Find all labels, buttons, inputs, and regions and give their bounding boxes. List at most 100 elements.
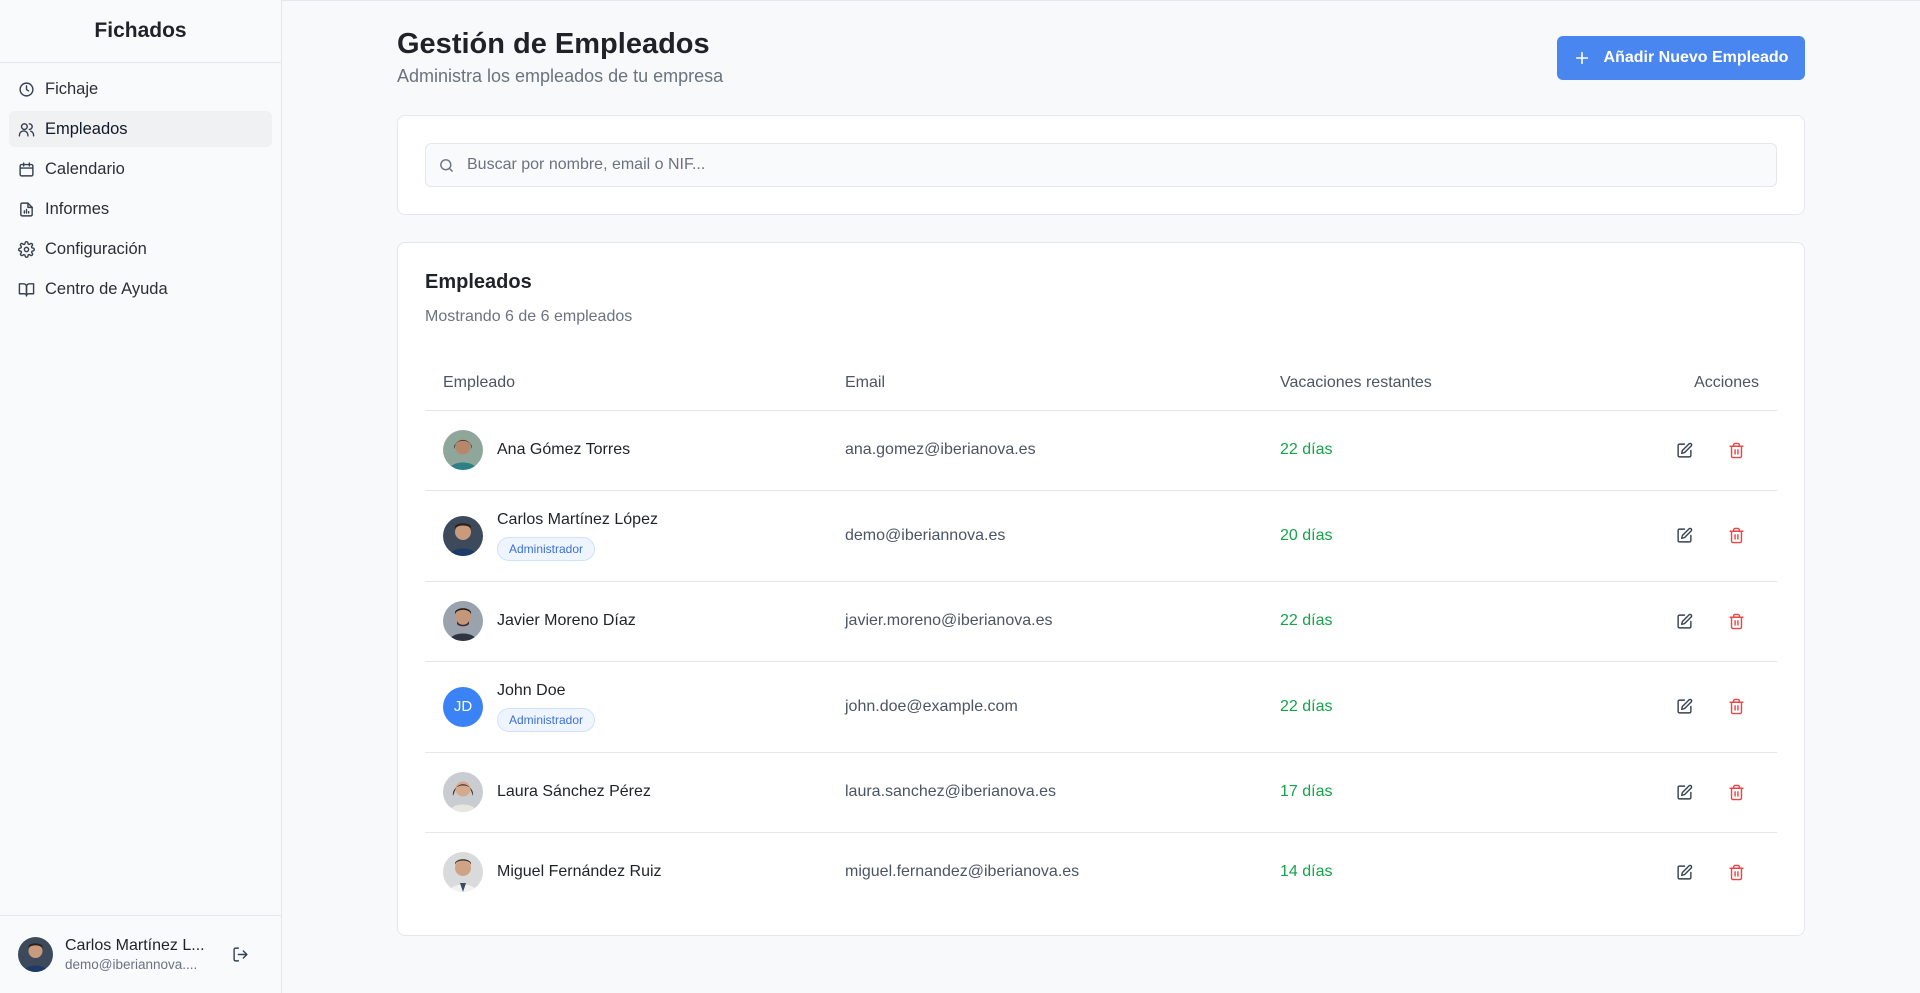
report-icon — [20, 201, 33, 217]
edit-button[interactable] — [1673, 781, 1695, 803]
sidebar-item-label: Empleados — [45, 119, 128, 138]
employee-name: Laura Sánchez Pérez — [497, 783, 651, 800]
avatar — [18, 937, 53, 972]
employee-vacation: 22 días — [1262, 661, 1522, 753]
edit-icon — [1676, 864, 1692, 880]
column-header-employee: Empleado — [425, 356, 827, 411]
sidebar-item-label: Centro de Ayuda — [45, 279, 168, 298]
search-card — [397, 115, 1805, 215]
column-header-vacation: Vacaciones restantes — [1262, 356, 1522, 411]
trash-icon — [1728, 864, 1744, 881]
employee-name: John Doe — [497, 681, 566, 699]
sidebar: Fichados Fichaje Empleados Calendario In… — [0, 0, 282, 993]
table-row: Laura Sánchez Pérez laura.sanchez@iberia… — [425, 752, 1777, 833]
delete-button[interactable] — [1725, 696, 1747, 718]
delete-button[interactable] — [1725, 781, 1747, 803]
employee-email: ana.gomez@iberianova.es — [827, 410, 1262, 491]
delete-button[interactable] — [1725, 610, 1747, 632]
trash-icon — [1728, 784, 1744, 800]
sidebar-item-centro-de-ayuda[interactable]: Centro de Ayuda — [9, 271, 272, 307]
page-header: Gestión de Empleados Administra los empl… — [397, 0, 1805, 115]
employees-card: Empleados Mostrando 6 de 6 empleados Emp… — [397, 242, 1805, 936]
sidebar-item-label: Fichaje — [45, 79, 99, 98]
delete-button[interactable] — [1725, 861, 1747, 883]
table-row: JD John Doe Administrador john.doe@examp… — [425, 661, 1777, 753]
employee-email: javier.moreno@iberianova.es — [827, 581, 1262, 662]
edit-icon — [1676, 527, 1692, 543]
sidebar-nav: Fichaje Empleados Calendario Informes Co… — [0, 63, 281, 319]
search-icon — [440, 158, 453, 172]
employee-vacation: 17 días — [1262, 752, 1522, 833]
main-content: Gestión de Empleados Administra los empl… — [397, 0, 1805, 936]
table-row: Ana Gómez Torres ana.gomez@iberianova.es… — [425, 410, 1777, 491]
employee-email: john.doe@example.com — [827, 661, 1262, 753]
edit-icon — [1676, 613, 1692, 629]
avatar — [443, 515, 483, 556]
sidebar-item-label: Informes — [45, 199, 110, 218]
trash-icon — [1728, 527, 1744, 544]
edit-button[interactable] — [1673, 861, 1695, 883]
avatar — [443, 772, 483, 812]
edit-button[interactable] — [1673, 696, 1695, 718]
edit-icon — [1676, 698, 1692, 714]
trash-icon — [1728, 613, 1744, 629]
role-badge: Administrador — [497, 707, 596, 732]
delete-button[interactable] — [1725, 439, 1747, 461]
column-header-actions: Acciones — [1522, 356, 1777, 411]
column-header-email: Email — [827, 356, 1262, 411]
employee-email: demo@iberiannova.es — [827, 490, 1262, 582]
sidebar-item-configuracion[interactable]: Configuración — [9, 231, 272, 267]
sidebar-item-label: Calendario — [45, 159, 125, 178]
logout-icon — [232, 947, 248, 962]
sidebar-item-fichaje[interactable]: Fichaje — [9, 71, 272, 107]
plus-icon — [1575, 51, 1588, 65]
table-row: Carlos Martínez López Administrador demo… — [425, 490, 1777, 582]
search-input[interactable] — [467, 156, 1764, 174]
user-name: Carlos Martínez L... — [65, 937, 205, 954]
calendar-icon — [19, 161, 34, 177]
trash-icon — [1728, 442, 1744, 458]
users-icon — [18, 122, 35, 137]
employee-vacation: 22 días — [1262, 410, 1522, 491]
gear-icon — [18, 240, 35, 258]
edit-button[interactable] — [1673, 610, 1695, 632]
table-row: Javier Moreno Díaz javier.moreno@iberian… — [425, 581, 1777, 662]
add-employee-button[interactable]: Añadir Nuevo Empleado — [1557, 36, 1805, 80]
brand-title: Fichados — [0, 0, 281, 63]
avatar — [443, 601, 483, 641]
current-user: Carlos Martínez L... demo@iberiannova...… — [0, 915, 281, 993]
employees-table: Empleado Email Vacaciones restantes Acci… — [425, 356, 1777, 912]
role-badge: Administrador — [497, 536, 596, 561]
logout-button[interactable] — [229, 944, 251, 966]
avatar — [443, 852, 483, 893]
employee-name: Miguel Fernández Ruiz — [497, 863, 662, 881]
book-icon — [18, 282, 35, 297]
employee-vacation: 22 días — [1262, 581, 1522, 662]
employee-name: Javier Moreno Díaz — [497, 612, 636, 629]
employee-email: laura.sanchez@iberianova.es — [827, 752, 1262, 833]
edit-button[interactable] — [1673, 525, 1695, 547]
employee-name: Carlos Martínez López — [497, 510, 658, 528]
avatar: JD — [443, 686, 483, 727]
add-employee-label: Añadir Nuevo Empleado — [1603, 49, 1789, 66]
delete-button[interactable] — [1725, 525, 1747, 547]
edit-button[interactable] — [1673, 439, 1695, 461]
search-box — [425, 143, 1777, 187]
edit-icon — [1676, 784, 1692, 800]
employees-count: Mostrando 6 de 6 empleados — [425, 308, 633, 325]
user-email: demo@iberiannova.... — [65, 957, 198, 972]
employee-email: miguel.fernandez@iberianova.es — [845, 863, 1080, 881]
employee-vacation: 20 días — [1262, 490, 1522, 582]
employee-name: Ana Gómez Torres — [497, 441, 631, 458]
trash-icon — [1728, 698, 1744, 715]
employee-vacation: 14 días — [1280, 863, 1333, 881]
avatar — [443, 430, 483, 470]
sidebar-item-label: Configuración — [45, 239, 147, 258]
sidebar-item-informes[interactable]: Informes — [9, 191, 272, 227]
table-header-row: Empleado Email Vacaciones restantes Acci… — [425, 356, 1777, 411]
sidebar-item-calendario[interactable]: Calendario — [9, 151, 272, 187]
clock-icon — [19, 81, 34, 97]
page-title: Gestión de Empleados — [397, 28, 710, 60]
sidebar-item-empleados[interactable]: Empleados — [9, 111, 272, 147]
edit-icon — [1676, 442, 1692, 458]
